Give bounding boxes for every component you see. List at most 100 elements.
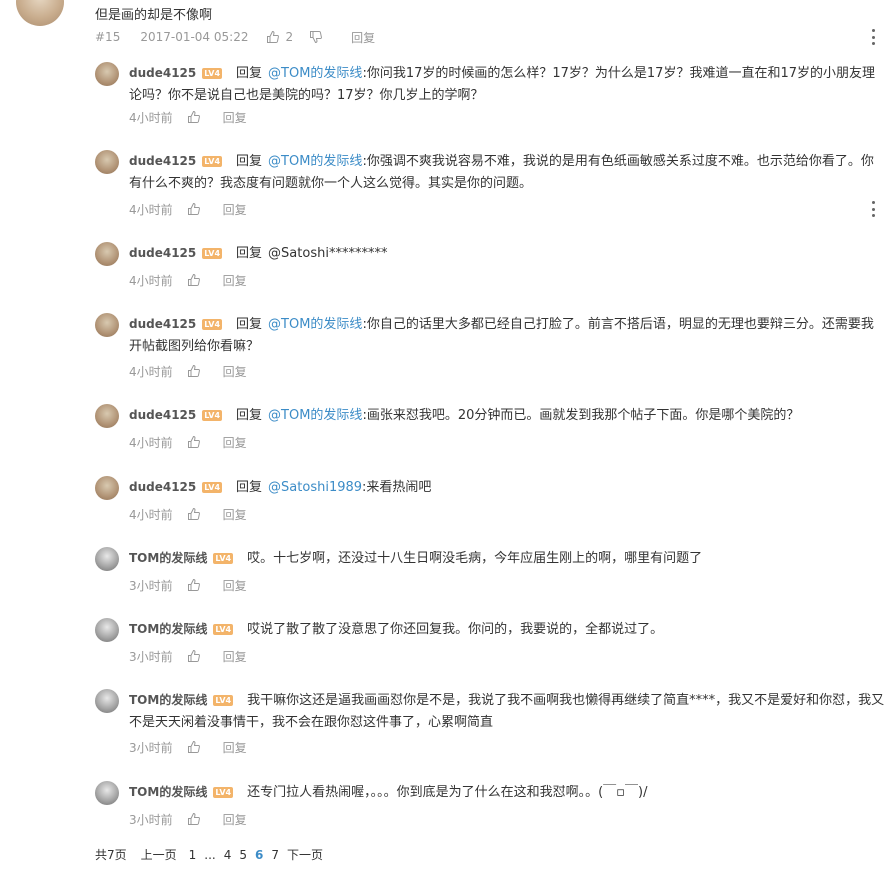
reply-meta: 4小时前 回复	[129, 362, 247, 380]
avatar[interactable]	[95, 781, 119, 805]
reply-button[interactable]: 回复	[223, 109, 247, 126]
reply-meta: 4小时前 回复	[129, 271, 247, 289]
reply-meta: 4小时前 回复	[129, 505, 247, 523]
avatar[interactable]	[95, 313, 119, 337]
main-comment-meta: #15 2017-01-04 05:22 2 回复	[95, 28, 375, 46]
thumbs-up-icon[interactable]	[187, 812, 201, 826]
reply-time: 4小时前	[129, 364, 173, 379]
level-badge: LV4	[213, 787, 234, 798]
username[interactable]: TOM的发际线	[129, 622, 207, 636]
reply-meta: 4小时前 回复	[129, 200, 247, 218]
page-link-4[interactable]: 4	[224, 848, 232, 862]
username[interactable]: dude4125	[129, 408, 196, 422]
mention-link[interactable]: @TOM的发际线	[268, 154, 362, 169]
more-vertical-icon[interactable]	[871, 29, 875, 45]
reply-text: 还专门拉人看热闹喔，。。。你到底是为了什么在这和我怼啊。。(￣▫￣)/	[247, 785, 648, 800]
reply-word: 回复	[236, 246, 263, 261]
more-vertical-icon[interactable]	[871, 201, 875, 217]
page-link-7[interactable]: 7	[271, 848, 279, 862]
reply-button[interactable]: 回复	[223, 506, 247, 523]
thumbs-up-icon[interactable]	[187, 273, 201, 287]
page-link-1[interactable]: 1	[189, 848, 197, 862]
reply-text: 我干嘛你这还是逼我画画怼你是不是，我说了我不画啊我也懒得再继续了简直****，我…	[129, 693, 885, 730]
reply-button[interactable]: 回复	[223, 363, 247, 380]
thumbs-up-icon[interactable]	[266, 30, 280, 44]
reply-word: 回复	[236, 154, 263, 169]
username[interactable]: dude4125	[129, 66, 196, 80]
level-badge: LV4	[213, 695, 234, 706]
reply-meta: 3小时前 回复	[129, 576, 247, 594]
reply-time: 4小时前	[129, 435, 173, 450]
mention-link[interactable]: @TOM的发际线	[268, 408, 362, 423]
avatar[interactable]	[95, 150, 119, 174]
reply-word: 回复	[236, 317, 263, 332]
reply-button[interactable]: 回复	[223, 648, 247, 665]
username[interactable]: TOM的发际线	[129, 693, 207, 707]
thumbs-up-icon[interactable]	[187, 507, 201, 521]
reply-meta: 4小时前 回复	[129, 433, 247, 451]
reply-time: 3小时前	[129, 649, 173, 664]
page-current: 6	[255, 847, 264, 862]
reply-content: TOM的发际线 LV4 哎说了散了散了没意思了你还回复我。你问的，我要说的，全都说过…	[129, 618, 885, 641]
reply-button[interactable]: 回复	[351, 29, 375, 46]
thumbs-up-icon[interactable]	[187, 740, 201, 754]
level-badge: LV4	[202, 410, 223, 421]
reply-time: 3小时前	[129, 740, 173, 755]
level-badge: LV4	[202, 68, 223, 79]
thumbs-up-icon[interactable]	[187, 202, 201, 216]
thumbs-up-icon[interactable]	[187, 110, 201, 124]
reply-meta: 3小时前 回复	[129, 738, 247, 756]
reply-text: @Satoshi*********	[268, 246, 388, 261]
mention-link[interactable]: @TOM的发际线	[268, 317, 362, 332]
avatar[interactable]	[95, 62, 119, 86]
reply-time: 4小时前	[129, 273, 173, 288]
mention-link[interactable]: @TOM的发际线	[268, 66, 362, 81]
avatar[interactable]	[95, 618, 119, 642]
reply-content: dude4125 LV4 回复 @TOM的发际线:你强调不爽我说容易不难，我说的是用有…	[129, 150, 885, 195]
thumbs-up-icon[interactable]	[187, 364, 201, 378]
reply-button[interactable]: 回复	[223, 577, 247, 594]
main-comment-avatar[interactable]	[16, 0, 64, 26]
reply-time: 3小时前	[129, 578, 173, 593]
avatar[interactable]	[95, 242, 119, 266]
username[interactable]: TOM的发际线	[129, 785, 207, 799]
username[interactable]: dude4125	[129, 317, 196, 331]
prev-page-button[interactable]: 上一页	[141, 846, 177, 863]
reply-content: dude4125 LV4 回复 @Satoshi*********	[129, 242, 885, 265]
username[interactable]: dude4125	[129, 154, 196, 168]
reply-button[interactable]: 回复	[223, 811, 247, 828]
page-ellipsis: ...	[204, 847, 216, 862]
pagination: 共7页 上一页 1 ... 4 5 6 7 下一页	[95, 846, 331, 863]
thumbs-up-icon[interactable]	[187, 578, 201, 592]
reply-content: dude4125 LV4 回复 @TOM的发际线:画张来怼我吧。20分钟而已。画就发到…	[129, 404, 885, 427]
reply-text: 哎说了散了散了没意思了你还回复我。你问的，我要说的，全都说过了。	[247, 622, 664, 637]
username[interactable]: dude4125	[129, 480, 196, 494]
reply-word: 回复	[236, 66, 263, 81]
username[interactable]: TOM的发际线	[129, 551, 207, 565]
next-page-button[interactable]: 下一页	[287, 846, 323, 863]
avatar[interactable]	[95, 476, 119, 500]
reply-button[interactable]: 回复	[223, 201, 247, 218]
reply-content: TOM的发际线 LV4 哎。十七岁啊，还没过十八生日啊没毛病，今年应届生刚上的啊，哪…	[129, 547, 885, 570]
reply-content: TOM的发际线 LV4 还专门拉人看热闹喔，。。。你到底是为了什么在这和我怼啊。。(…	[129, 781, 885, 804]
thumbs-up-icon[interactable]	[187, 649, 201, 663]
page-link-5[interactable]: 5	[239, 848, 247, 862]
avatar[interactable]	[95, 404, 119, 428]
reply-meta: 3小时前 回复	[129, 647, 247, 665]
main-comment-text: 但是画的却是不像啊	[95, 8, 213, 23]
reply-button[interactable]: 回复	[223, 272, 247, 289]
level-badge: LV4	[202, 248, 223, 259]
thumbs-up-icon[interactable]	[187, 435, 201, 449]
reply-time: 4小时前	[129, 507, 173, 522]
reply-button[interactable]: 回复	[223, 434, 247, 451]
level-badge: LV4	[202, 482, 223, 493]
username[interactable]: dude4125	[129, 246, 196, 260]
reply-button[interactable]: 回复	[223, 739, 247, 756]
reply-time: 4小时前	[129, 110, 173, 125]
page-total: 共7页	[95, 848, 127, 862]
like-count: 2	[285, 30, 294, 44]
mention-link[interactable]: @Satoshi1989	[268, 480, 362, 495]
avatar[interactable]	[95, 547, 119, 571]
avatar[interactable]	[95, 689, 119, 713]
thumbs-down-icon[interactable]	[309, 30, 323, 44]
